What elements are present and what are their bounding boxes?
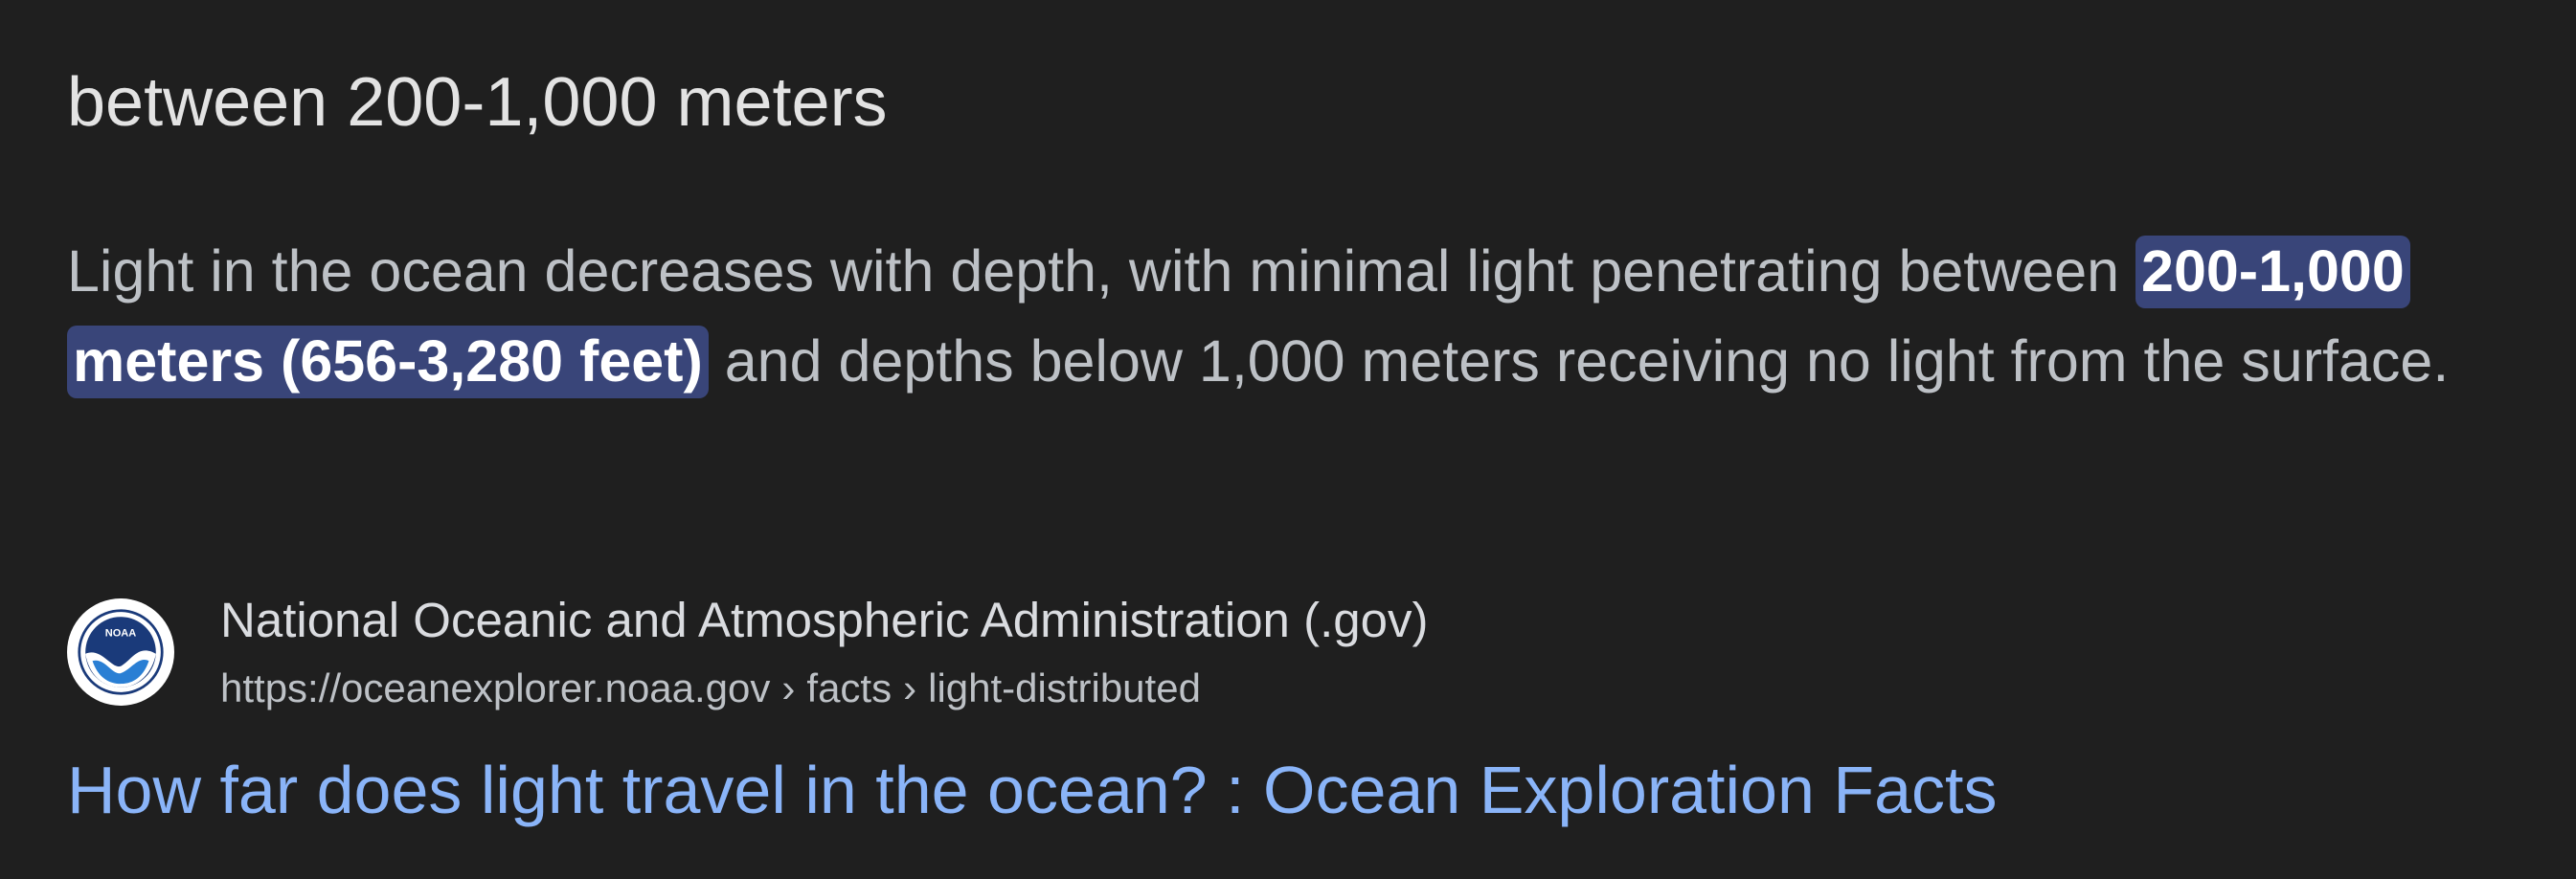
snippet-answer: between 200-1,000 meters xyxy=(67,64,888,141)
breadcrumb-separator: › xyxy=(903,665,917,710)
source-name[interactable]: National Oceanic and Atmospheric Adminis… xyxy=(220,591,1428,650)
source-row[interactable]: NOAA National Oceanic and Atmospheric Ad… xyxy=(67,589,2519,732)
noaa-logo-text: NOAA xyxy=(105,627,137,639)
snippet-text-after: and depths below 1,000 meters receiving … xyxy=(708,328,2450,394)
noaa-logo-icon[interactable]: NOAA xyxy=(67,598,174,706)
noaa-logo-graphic: NOAA xyxy=(78,609,164,695)
result-title-link[interactable]: How far does light travel in the ocean? … xyxy=(67,749,1998,831)
breadcrumb-path-facts: facts xyxy=(806,665,893,710)
snippet-paragraph: Light in the ocean decreases with depth,… xyxy=(67,226,2519,406)
breadcrumb-path-light-distributed: light-distributed xyxy=(928,665,1201,710)
breadcrumb-domain: https://oceanexplorer.noaa.gov xyxy=(220,665,771,710)
breadcrumb-separator: › xyxy=(781,665,796,710)
snippet-text-before: Light in the ocean decreases with depth,… xyxy=(67,238,2136,304)
breadcrumb[interactable]: https://oceanexplorer.noaa.gov › facts › lig… xyxy=(220,664,1201,713)
